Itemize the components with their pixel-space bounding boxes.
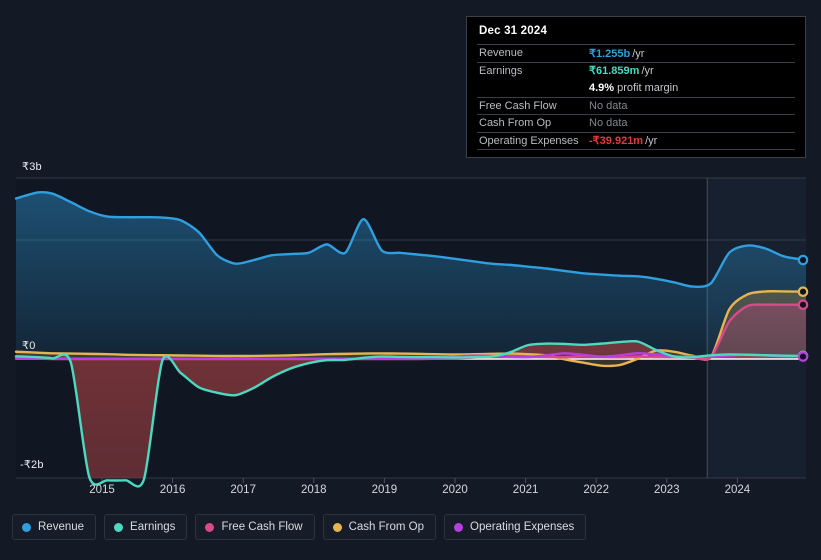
legend-item-label: Cash From Op (348, 521, 425, 533)
legend-color-dot-icon (332, 522, 342, 532)
tooltip-row-label: Earnings (479, 64, 523, 77)
data-tooltip: Dec 31 2024 Revenue ₹1.255b/yr Earnings ₹61… (466, 16, 806, 158)
legend-item-revenue[interactable]: Revenue (12, 514, 97, 540)
tooltip-value-unit: /yr (641, 65, 654, 78)
x-axis-tick-label: 2015 (89, 484, 115, 496)
tooltip-row: Operating Expenses -₹39.921m/yr (477, 131, 795, 150)
x-axis-tick-label: 2019 (371, 484, 398, 496)
legend-item-operating-expenses[interactable]: Operating Expenses (444, 514, 587, 540)
y-axis-tick-label: -₹2b (20, 459, 44, 471)
tooltip-row: 4.9% profit margin (477, 79, 795, 97)
x-axis-tick-label: 2021 (512, 484, 539, 496)
x-axis-tick-label: 2024 (724, 484, 751, 496)
tooltip-row-label: Operating Expenses (479, 134, 579, 147)
financial-chart-widget: ₹3b ₹0 -₹2b 2015 2016 2017 2018 2019 2020 2021 202… (0, 0, 821, 560)
x-axis-tick-label: 2022 (583, 484, 609, 496)
legend-item-label: Operating Expenses (470, 521, 575, 533)
x-axis-tick-label: 2023 (654, 484, 680, 496)
tooltip-rows: Revenue ₹1.255b/yr Earnings ₹61.859m/yr 4.9%… (477, 44, 795, 149)
legend-item-label: Revenue (38, 521, 85, 533)
tooltip-row: Free Cash Flow No data (477, 96, 795, 115)
y-axis-tick-label: ₹0 (22, 340, 36, 352)
tooltip-value-number: ₹1.255b (589, 47, 631, 60)
legend-item-free-cash-flow[interactable]: Free Cash Flow (195, 514, 315, 540)
tooltip-value-unit: /yr (632, 47, 645, 60)
tooltip-value-unit: /yr (645, 135, 658, 148)
tooltip-row: Revenue ₹1.255b/yr (477, 44, 795, 62)
tooltip-row-value: No data (589, 117, 628, 129)
tooltip-value-unit: profit margin (617, 81, 679, 94)
tooltip-row: Cash From Op No data (477, 114, 795, 132)
tooltip-date: Dec 31 2024 (479, 25, 548, 37)
legend-item-label: Earnings (130, 521, 176, 533)
tooltip-row-label: Cash From Op (479, 117, 552, 130)
x-axis-tick-label: 2018 (301, 484, 327, 496)
y-axis-tick-label: ₹3b (22, 161, 42, 173)
x-axis-tick-label: 2016 (159, 484, 186, 496)
legend-item-cash-from-op[interactable]: Cash From Op (322, 514, 437, 540)
tooltip-value-number: ₹61.859m (589, 65, 640, 78)
x-axis-tick-label: 2017 (230, 484, 256, 496)
tooltip-row-label: Free Cash Flow (479, 99, 557, 112)
legend-item-earnings[interactable]: Earnings (104, 514, 188, 540)
tooltip-row-value: ₹61.859m/yr (589, 64, 654, 77)
tooltip-footer-rule (477, 149, 795, 152)
chart-legend[interactable]: Revenue Earnings Free Cash Flow Cash From O… (12, 514, 587, 540)
x-axis-tick-label: 2020 (442, 484, 468, 496)
tooltip-value-number: 4.9% (589, 81, 615, 94)
tooltip-row-value: -₹39.921m/yr (589, 134, 657, 147)
tooltip-value-number: No data (589, 117, 628, 130)
tooltip-row-label: Revenue (479, 47, 524, 60)
tooltip-row-value: 4.9% profit margin (589, 82, 678, 94)
tooltip-value-number: -₹39.921m (589, 135, 644, 148)
legend-color-dot-icon (205, 522, 215, 532)
tooltip-value-number: No data (589, 99, 628, 112)
tooltip-row-value: ₹1.255b/yr (589, 47, 644, 60)
tooltip-row: Earnings ₹61.859m/yr (477, 61, 795, 80)
legend-color-dot-icon (22, 522, 31, 532)
legend-color-dot-icon (114, 522, 124, 532)
legend-item-label: Free Cash Flow (221, 521, 303, 533)
tooltip-row-value: No data (589, 100, 628, 112)
legend-color-dot-icon (454, 522, 464, 532)
